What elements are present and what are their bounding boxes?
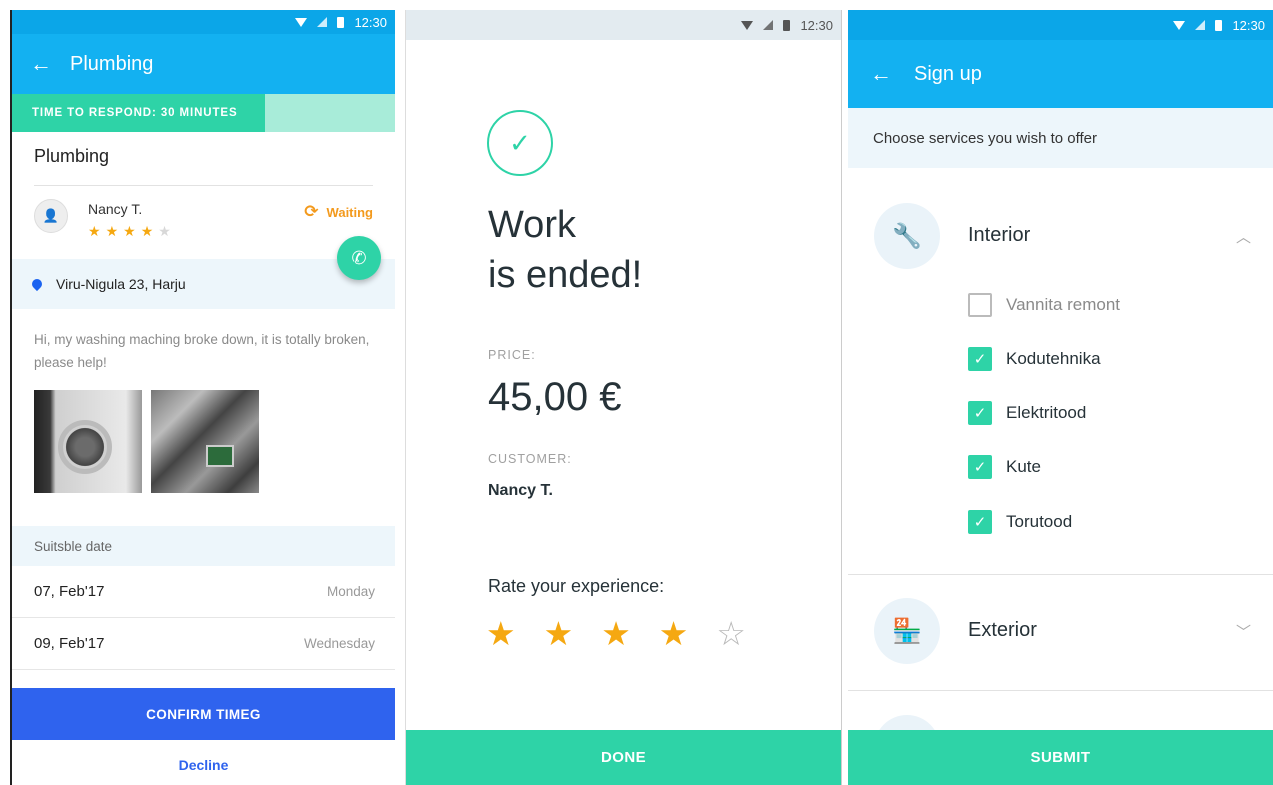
job-detail-screen: 12:30 ← Plumbing TIME TO RESPOND: 30 MIN…	[10, 10, 395, 785]
divider	[848, 690, 1273, 691]
chevron-up-icon[interactable]: ︿	[1236, 226, 1251, 247]
date-weekday: Monday	[326, 584, 375, 599]
checkmark-icon: ✓	[487, 110, 553, 176]
divider	[848, 574, 1273, 575]
back-arrow-icon[interactable]: ←	[12, 51, 70, 77]
battery-icon	[1215, 19, 1223, 31]
checkbox-checked[interactable]: ✓	[968, 401, 992, 425]
star-icon: ★	[88, 223, 106, 239]
address-text: Viru-Nigula 23, Harju	[56, 276, 186, 292]
battery-icon	[337, 16, 345, 28]
response-time-label: TIME TO RESPOND: 30 MINUTES	[12, 94, 265, 132]
work-ended-title: Work is ended!	[488, 204, 643, 296]
star-icon: ★	[123, 223, 141, 239]
decline-button[interactable]: Decline	[12, 750, 395, 780]
wifi-icon	[1173, 20, 1186, 30]
service-label: Elektritood	[1006, 403, 1087, 422]
wifi-icon	[295, 17, 308, 27]
circuit-board-photo[interactable]	[151, 390, 259, 493]
submit-button[interactable]: SUBMIT	[848, 730, 1273, 785]
signal-icon	[317, 17, 328, 27]
date-value: 09, Feb'17	[34, 635, 105, 652]
app-bar: ← Plumbing	[12, 34, 395, 94]
service-checkbox[interactable]: Vannita remont	[968, 293, 1120, 317]
status-time: 12:30	[800, 17, 833, 33]
rating-stars[interactable]: ★ ★ ★ ★ ☆	[486, 614, 746, 653]
service-checkbox[interactable]: ✓ Torutood	[968, 510, 1072, 534]
divider	[34, 185, 373, 186]
star-icon[interactable]: ☆	[716, 614, 746, 653]
customer-value: Nancy T.	[488, 482, 553, 499]
phone-icon: ✆	[351, 247, 367, 268]
star-icon: ★	[158, 223, 176, 239]
star-icon[interactable]: ★	[659, 614, 689, 653]
date-value: 07, Feb'17	[34, 583, 105, 600]
washing-machine-photo[interactable]	[34, 390, 142, 493]
customer-label: CUSTOMER:	[488, 452, 572, 466]
status-badge: ⟳ Waiting	[304, 202, 373, 222]
rate-label: Rate your experience:	[488, 576, 665, 596]
service-label: Torutood	[1006, 512, 1073, 531]
category-interior[interactable]: Interior	[968, 224, 1030, 247]
date-option[interactable]: 09, Feb'17 Wednesday	[12, 618, 395, 670]
signup-subtitle: Choose services you wish to offer	[848, 108, 1273, 168]
category-exterior[interactable]: Exterior	[968, 619, 1037, 642]
status-bar: 12:30	[12, 10, 395, 34]
star-icon[interactable]: ★	[486, 614, 516, 653]
signal-icon	[1195, 20, 1206, 30]
customer-name: Nancy T.	[88, 201, 143, 217]
battery-icon	[783, 19, 791, 31]
status-bar: 12:30	[848, 10, 1273, 40]
back-arrow-icon[interactable]: ←	[848, 61, 914, 87]
checkbox-checked[interactable]: ✓	[968, 510, 992, 534]
star-icon[interactable]: ★	[601, 614, 631, 653]
location-pin-icon	[29, 276, 45, 292]
service-label: Kodutehnika	[1006, 349, 1101, 368]
date-weekday: Wednesday	[303, 636, 375, 651]
store-icon: 🏪	[874, 598, 940, 664]
app-bar: ← Sign up	[848, 40, 1273, 108]
app-bar-title: Sign up	[914, 62, 982, 85]
signup-screen: 12:30 ← Sign up Choose services you wish…	[848, 10, 1273, 785]
status-label: Waiting	[326, 204, 373, 220]
done-button[interactable]: DONE	[406, 730, 841, 785]
wifi-icon	[741, 20, 754, 30]
service-label: Vannita remont	[1006, 295, 1121, 314]
star-icon: ★	[140, 223, 159, 239]
price-label: PRICE:	[488, 348, 536, 362]
chevron-down-icon[interactable]: ﹀	[1236, 621, 1251, 642]
wrench-icon: 🔧	[874, 203, 940, 269]
status-bar: 12:30	[406, 10, 841, 40]
signal-icon	[763, 20, 774, 30]
date-section-header: Suitsble date	[12, 526, 395, 566]
job-description: Hi, my washing maching broke down, it is…	[34, 332, 370, 370]
call-button[interactable]: ✆	[337, 236, 381, 280]
checkbox-unchecked[interactable]	[968, 293, 992, 317]
star-icon: ★	[105, 223, 124, 239]
response-time-bar: TIME TO RESPOND: 30 MINUTES	[12, 94, 395, 132]
work-ended-screen: 12:30 ✓ Work is ended! PRICE: 45,00 € CU…	[405, 10, 842, 785]
customer-rating: ★★★★★	[88, 223, 176, 240]
date-option[interactable]: 07, Feb'17 Monday	[12, 566, 395, 618]
address-row: Viru-Nigula 23, Harju	[12, 259, 395, 309]
star-icon[interactable]: ★	[544, 614, 574, 653]
confirm-time-button[interactable]: CONFIRM TIMEG	[12, 688, 395, 740]
service-checkbox[interactable]: ✓ Kute	[968, 455, 1041, 479]
job-category-heading: Plumbing	[34, 146, 110, 166]
app-bar-title: Plumbing	[70, 52, 154, 75]
price-value: 45,00 €	[488, 375, 622, 419]
refresh-icon: ⟳	[304, 202, 319, 221]
status-time: 12:30	[1232, 17, 1265, 33]
service-checkbox[interactable]: ✓ Kodutehnika	[968, 347, 1101, 371]
service-label: Kute	[1006, 457, 1041, 476]
service-checkbox[interactable]: ✓ Elektritood	[968, 401, 1086, 425]
avatar: 👤	[34, 199, 68, 233]
checkbox-checked[interactable]: ✓	[968, 347, 992, 371]
checkbox-checked[interactable]: ✓	[968, 455, 992, 479]
status-time: 12:30	[354, 14, 387, 30]
